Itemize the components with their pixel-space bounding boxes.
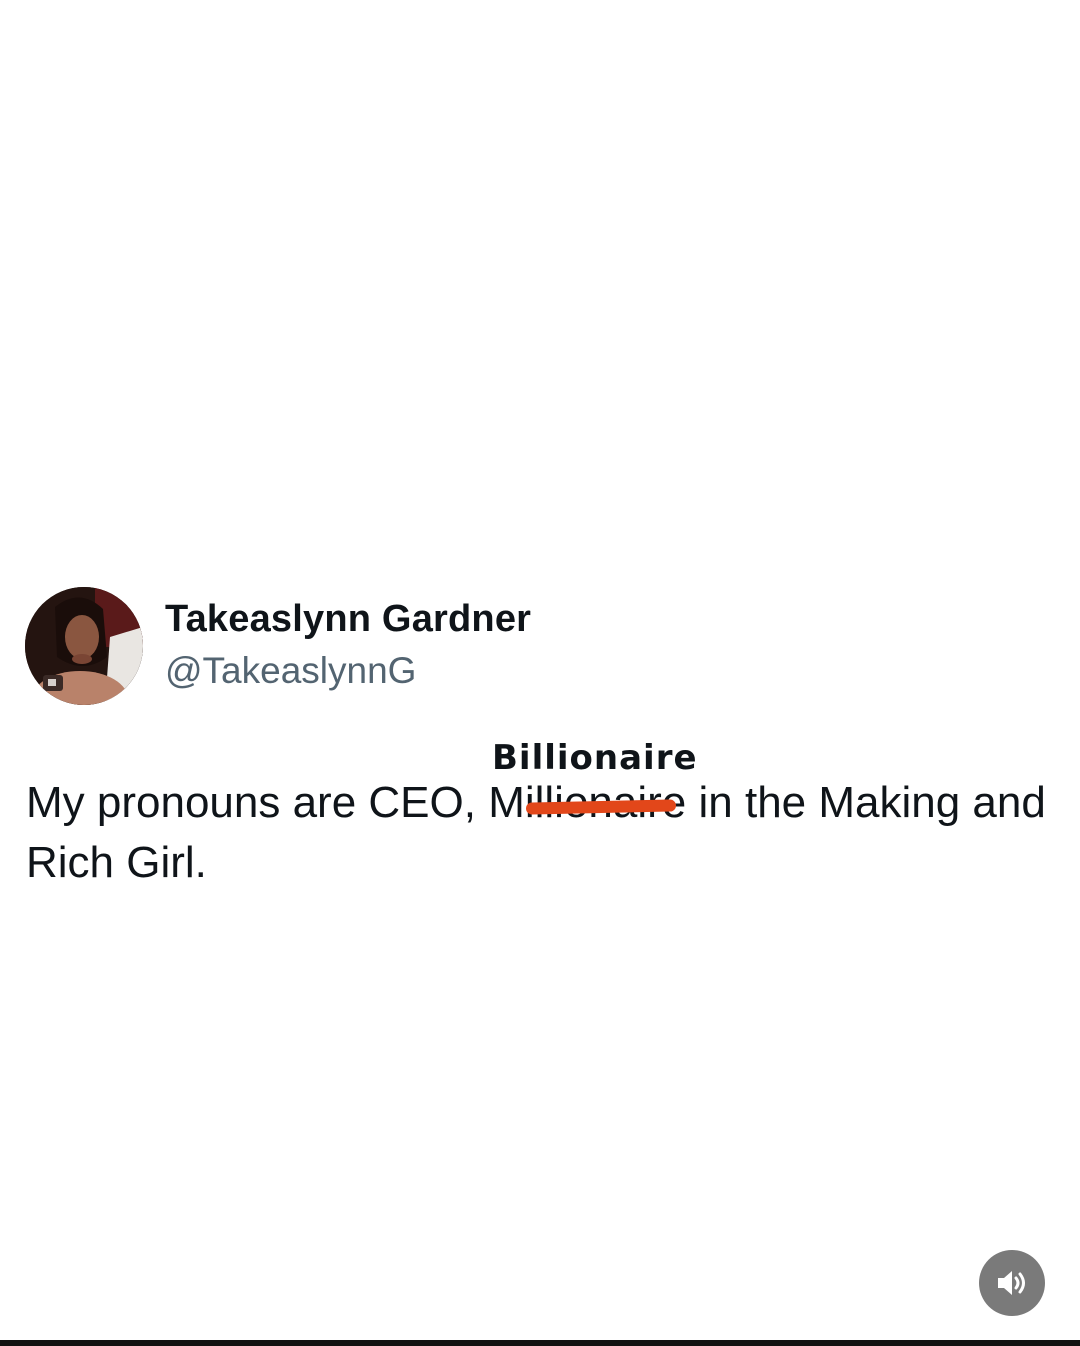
struck-word: Millionaire bbox=[488, 773, 686, 833]
user-handle[interactable]: @TakeaslynnG bbox=[165, 650, 416, 692]
tweet-text: My pronouns are CEO, Millionaire in the … bbox=[26, 773, 1046, 893]
tweet-card: Takeaslynn Gardner @TakeaslynnG Billiona… bbox=[0, 0, 1080, 1346]
speaker-volume-icon bbox=[998, 1271, 1025, 1295]
avatar-photo bbox=[25, 587, 143, 705]
tweet-text-before: My pronouns are CEO, bbox=[26, 778, 489, 827]
avatar[interactable] bbox=[25, 587, 143, 705]
display-name[interactable]: Takeaslynn Gardner bbox=[165, 598, 531, 641]
bottom-divider bbox=[0, 1340, 1080, 1346]
sound-toggle-button[interactable] bbox=[979, 1250, 1045, 1316]
overwrite-annotation: Billionaire bbox=[492, 738, 698, 778]
